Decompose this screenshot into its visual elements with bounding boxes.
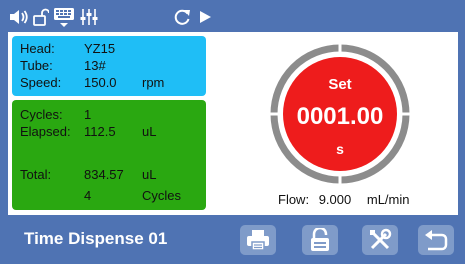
tube-value: 13#	[84, 58, 106, 73]
speaker-icon[interactable]	[8, 6, 30, 28]
flow-label: Flow:	[278, 192, 310, 207]
cycles-value: 1	[84, 107, 92, 122]
sliders-icon[interactable]	[78, 6, 100, 28]
print-button[interactable]	[240, 225, 276, 255]
total-unit: uL	[142, 167, 157, 182]
total-cycles-value: 4	[84, 188, 92, 203]
flow-readout: Flow: 9.000 mL/min	[278, 192, 409, 207]
head-info-panel: Head: YZ15 Tube: 13# Speed: 150.0 rpm	[12, 36, 206, 96]
keyboard-icon[interactable]	[52, 6, 76, 28]
dial-graphic: Set 0001.00 s	[270, 44, 410, 184]
elapsed-value: 112.5	[84, 124, 116, 139]
total-value: 834.57	[84, 167, 124, 182]
print-icon	[247, 230, 269, 251]
elapsed-unit: uL	[142, 124, 157, 139]
back-button[interactable]	[418, 225, 454, 255]
lock-icon	[311, 228, 329, 251]
top-toolbar	[8, 6, 458, 28]
total-cycles-unit: Cycles	[142, 188, 182, 203]
tools-icon	[370, 228, 392, 250]
flow-value: 9.000	[318, 192, 352, 207]
head-value: YZ15	[84, 41, 116, 56]
unlock-icon[interactable]	[32, 6, 50, 28]
dial-label: Set	[328, 76, 351, 93]
elapsed-label: Elapsed:	[20, 124, 71, 139]
speed-label: Speed:	[20, 75, 62, 90]
settings-button[interactable]	[362, 225, 398, 255]
play-icon[interactable]	[196, 6, 214, 28]
refresh-icon[interactable]	[172, 6, 192, 28]
dial-unit: s	[336, 141, 344, 157]
tube-label: Tube:	[20, 58, 53, 73]
dial-value: 0001.00	[297, 103, 384, 130]
speed-unit: rpm	[142, 75, 165, 90]
speed-value: 150.0	[84, 75, 117, 90]
back-icon	[425, 230, 448, 251]
set-dial[interactable]: Set 0001.00 s	[270, 44, 410, 184]
total-label: Total:	[20, 167, 52, 182]
head-label: Head:	[20, 41, 55, 56]
bottom-bar: Time Dispense 01	[8, 217, 458, 259]
device-screen: Head: YZ15 Tube: 13# Speed: 150.0 rpm Cy…	[0, 0, 465, 264]
dispense-stats-panel: Cycles: 1 Elapsed: 112.5 uL Total: 834.5…	[12, 100, 206, 210]
flow-unit: mL/min	[366, 192, 410, 207]
lock-button[interactable]	[302, 225, 338, 255]
screen-title: Time Dispense 01	[24, 229, 168, 248]
main-panel: Head: YZ15 Tube: 13# Speed: 150.0 rpm Cy…	[8, 32, 458, 215]
cycles-label: Cycles:	[20, 107, 63, 122]
